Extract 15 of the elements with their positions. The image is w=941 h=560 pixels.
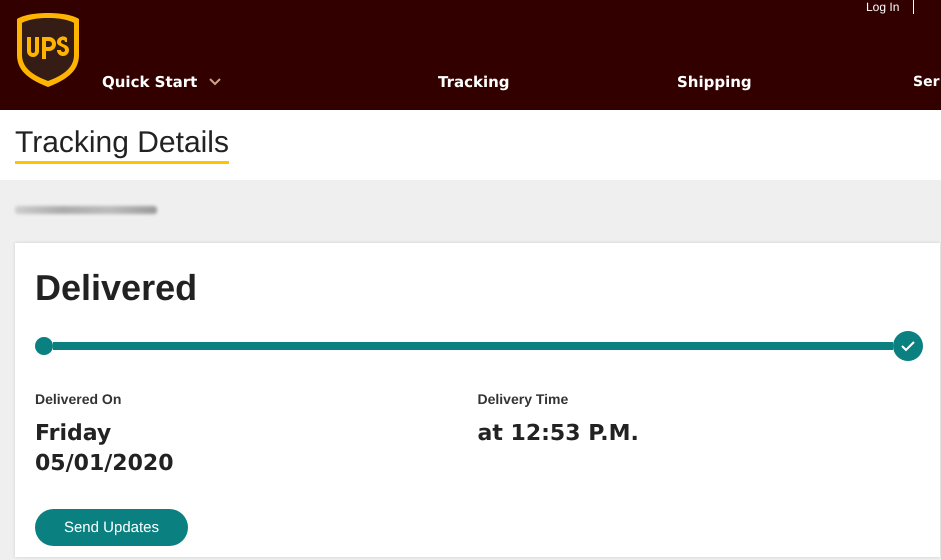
menu-tab[interactable]: Quick Start (102, 73, 438, 91)
nav-link[interactable]: Ser (913, 73, 940, 91)
start-dot (35, 337, 53, 355)
page-title: Tracking Details (15, 126, 229, 164)
detail-value: Friday 05/01/2020 (35, 420, 175, 478)
chevron-down-icon (209, 78, 222, 86)
shield-logo-icon[interactable] (15, 11, 81, 89)
nav-link[interactable]: Shipping (677, 73, 913, 91)
login-link[interactable]: Log In (866, 0, 914, 14)
send-updates-button[interactable]: Send Updates (35, 509, 188, 546)
detail-value: at 12:53 P.M. (478, 420, 640, 448)
status-heading: Delivered (35, 267, 198, 309)
detail-label: Delivery Time (478, 391, 570, 407)
detail-label: Delivered On (35, 391, 122, 407)
nav-link[interactable]: Tracking (438, 73, 677, 91)
